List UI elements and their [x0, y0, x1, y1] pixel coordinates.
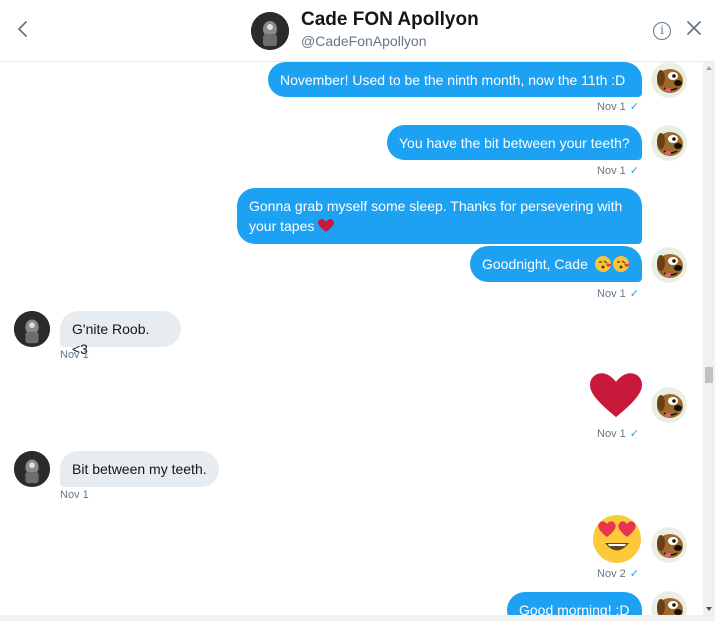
kissing-face-icon	[594, 256, 630, 272]
message-timestamp: Nov 2 ✓	[597, 568, 639, 580]
read-check-icon: ✓	[629, 288, 639, 300]
message-emoji-outgoing[interactable]	[590, 373, 642, 424]
read-check-icon: ✓	[629, 101, 639, 113]
avatar[interactable]	[651, 125, 687, 161]
message-bubble-outgoing[interactable]: Goodnight, Cade	[470, 246, 642, 282]
message-timestamp: Nov 1 ✓	[597, 101, 639, 113]
read-check-icon: ✓	[629, 568, 639, 580]
scroll-up-arrow-icon[interactable]	[706, 66, 712, 70]
cartoon-dog-avatar-icon	[651, 247, 687, 283]
message-bubble-outgoing[interactable]: November! Used to be the ninth month, no…	[268, 62, 642, 97]
message-bubble-outgoing[interactable]: You have the bit between your teeth?	[387, 125, 642, 160]
message-emoji-outgoing[interactable]	[591, 512, 643, 569]
message-text: Good morning! :D	[519, 602, 630, 615]
hooded-figure-avatar-icon	[14, 311, 50, 347]
message-timestamp: Nov 1	[60, 349, 89, 361]
message-bubble-incoming[interactable]: G'nite Roob. <3	[60, 311, 181, 357]
message-text: You have the bit between your teeth?	[399, 135, 630, 151]
hooded-figure-avatar-icon	[251, 12, 289, 50]
message-text: Gonna grab myself some sleep. Thanks for…	[249, 198, 623, 234]
read-check-icon: ✓	[629, 165, 639, 177]
horizontal-scrollbar[interactable]	[0, 615, 715, 621]
message-bubble-incoming[interactable]: Bit between my teeth.	[60, 451, 219, 487]
red-heart-icon	[318, 219, 335, 232]
cartoon-dog-avatar-icon	[651, 125, 687, 161]
close-icon	[687, 21, 701, 35]
red-heart-icon	[590, 373, 642, 418]
cartoon-dog-avatar-icon	[651, 527, 687, 563]
vertical-scrollbar[interactable]	[703, 62, 715, 615]
message-list[interactable]: November! Used to be the ninth month, no…	[0, 62, 703, 615]
message-bubble-outgoing[interactable]: Good morning! :D	[507, 592, 642, 615]
heart-eyes-face-icon	[593, 515, 641, 563]
avatar[interactable]	[251, 12, 289, 50]
message-text: Goodnight, Cade	[482, 256, 588, 272]
cartoon-dog-avatar-icon	[651, 591, 687, 615]
message-timestamp: Nov 1	[60, 489, 89, 501]
read-check-icon: ✓	[629, 428, 639, 440]
scrollbar-thumb[interactable]	[705, 367, 713, 383]
message-text: November! Used to be the ninth month, no…	[280, 72, 626, 88]
cartoon-dog-avatar-icon	[651, 387, 687, 423]
info-icon: i	[660, 23, 664, 37]
avatar[interactable]	[651, 62, 687, 98]
cartoon-dog-avatar-icon	[651, 62, 687, 98]
avatar[interactable]	[14, 451, 50, 487]
avatar[interactable]	[14, 311, 50, 347]
chevron-left-icon	[18, 21, 27, 37]
message-timestamp: Nov 1 ✓	[597, 165, 639, 177]
message-bubble-outgoing[interactable]: Gonna grab myself some sleep. Thanks for…	[237, 188, 642, 244]
scroll-down-arrow-icon[interactable]	[706, 607, 712, 611]
message-timestamp: Nov 1 ✓	[597, 428, 639, 440]
close-button[interactable]	[686, 19, 702, 41]
avatar[interactable]	[651, 387, 687, 423]
message-timestamp: Nov 1 ✓	[597, 288, 639, 300]
avatar[interactable]	[651, 591, 687, 615]
user-handle: @CadeFonApollyon	[301, 33, 427, 49]
avatar[interactable]	[651, 247, 687, 283]
info-button[interactable]: i	[653, 22, 671, 40]
hooded-figure-avatar-icon	[14, 451, 50, 487]
back-button[interactable]	[14, 19, 34, 39]
message-text: Bit between my teeth.	[72, 461, 207, 477]
conversation-header: Cade FON Apollyon @CadeFonApollyon i	[0, 0, 715, 62]
page-title: Cade FON Apollyon	[301, 9, 479, 30]
avatar[interactable]	[651, 527, 687, 563]
